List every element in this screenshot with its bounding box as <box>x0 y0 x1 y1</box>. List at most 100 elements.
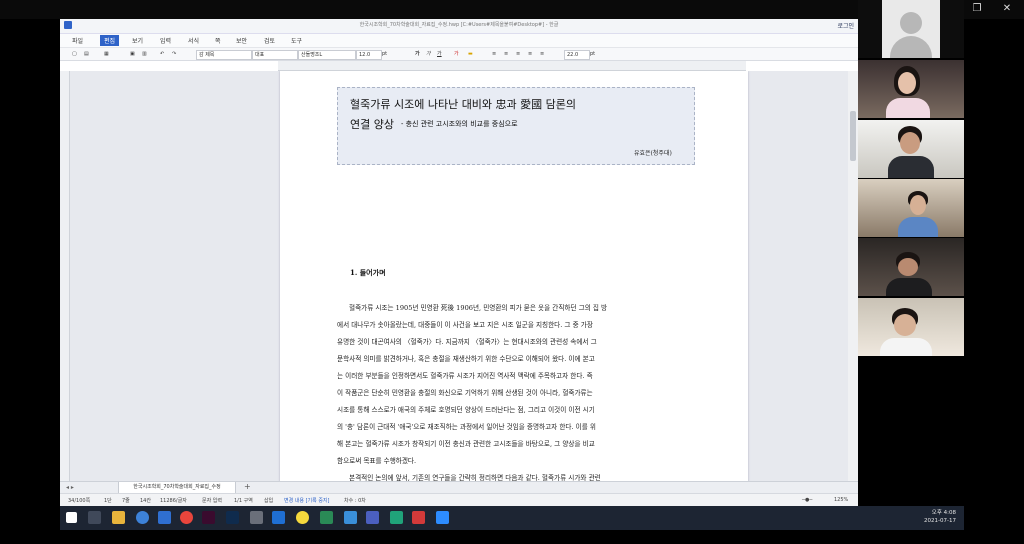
window-title: 한국시조학회_70차학술대회_자료집_수정.hwp [C:#Users#제목을붙… <box>359 22 559 28</box>
indesign-icon[interactable] <box>202 511 215 524</box>
tab-nav-icon[interactable]: ◂ ▸ <box>66 484 74 491</box>
section-heading: 1. 들어가며 <box>350 268 386 277</box>
kakaotalk-icon[interactable] <box>296 511 309 524</box>
menu-insert[interactable]: 입력 <box>160 36 171 45</box>
body-line: 시조를 통해 스스로가 애국의 주체로 호명되던 양상이 드러난다는 점, 그리… <box>337 406 595 414</box>
vertical-scrollbar[interactable] <box>848 71 858 481</box>
zoom-slider-icon[interactable]: ─●─ <box>802 497 812 503</box>
line-spacing-input[interactable]: 22.0 <box>564 50 590 60</box>
body-line: 이 작품군은 단순히 민영환을 충절의 화신으로 기억하기 위해 산생된 것이 … <box>337 389 593 397</box>
file-explorer-icon[interactable] <box>112 511 125 524</box>
author-affiliation: 유효은(청주대) <box>634 150 672 157</box>
windows-start-icon[interactable] <box>66 512 77 523</box>
align-right-icon[interactable]: ≡ <box>528 50 532 58</box>
bold-button[interactable]: 가 <box>415 50 420 58</box>
font-lang-select[interactable]: 대표 <box>252 50 298 60</box>
photoshop-icon[interactable] <box>226 511 239 524</box>
status-zone: 1/1 구역 <box>234 498 253 504</box>
new-file-icon[interactable]: ▢ <box>72 50 77 58</box>
spreadsheet-icon[interactable] <box>390 511 403 524</box>
status-bar: 34/100쪽 1단 7줄 14칸 11286/글자 문자 입력 1/1 구역 … <box>60 493 858 507</box>
participant-tile-video[interactable] <box>858 238 964 296</box>
italic-button[interactable]: 가 <box>426 50 431 58</box>
horizontal-ruler[interactable] <box>278 61 746 71</box>
scroll-thumb[interactable] <box>850 111 856 161</box>
redo-icon[interactable]: ↷ <box>172 50 176 58</box>
participant-tile-video[interactable] <box>858 298 964 356</box>
browser-icon[interactable] <box>136 511 149 524</box>
participant-tile-video[interactable] <box>858 179 964 237</box>
undo-icon[interactable]: ↶ <box>160 50 164 58</box>
chrome-icon[interactable] <box>180 511 193 524</box>
default-avatar-icon <box>882 0 940 58</box>
style-select[interactable]: 감 제목 <box>196 50 252 60</box>
document-page[interactable]: 혈죽가류 시조에 나타난 대비와 忠과 愛國 담론의 연결 양상 - 충신 관련… <box>280 71 748 481</box>
align-justify-icon[interactable]: ≡ <box>492 50 496 58</box>
hwp-window: 한국시조학회_70차학술대회_자료집_수정.hwp [C:#Users#제목을붙… <box>60 19 858 507</box>
body-line: 유명한 것이 대곤여사의 〈혈죽가〉다. 지금까지 〈혈죽가〉는 현대시조와의 … <box>337 338 597 346</box>
body-line: 는 이러한 부분들을 인정하면서도 혈죽가류 시조가 지어진 역사적 맥락에 주… <box>337 372 593 380</box>
font-color-icon[interactable]: 가 <box>454 50 459 58</box>
menu-tools[interactable]: 도구 <box>291 36 302 45</box>
title-bar: 한국시조학회_70차학술대회_자료집_수정.hwp [C:#Users#제목을붙… <box>60 19 858 34</box>
clock-date: 2021-07-17 <box>924 518 956 524</box>
participant-tile-avatar[interactable] <box>858 0 964 58</box>
system-clock[interactable]: 오후 4:08 2021-07-17 <box>924 509 956 525</box>
format-toolbar: ▢ ▤ ▦ ▣ ▥ ↶ ↷ 감 제목 대표 산돌명조L 12.0 pt 가 가 … <box>60 47 858 61</box>
add-tab-icon[interactable]: + <box>244 482 251 491</box>
cloud-icon[interactable] <box>272 511 285 524</box>
participant-tile-video[interactable] <box>858 60 964 118</box>
edge-icon[interactable] <box>158 511 171 524</box>
body-line: 의 '충' 담론이 근대적 '애국'으로 재조직하는 과정에서 일어난 것임을 … <box>337 423 596 431</box>
menu-bar: 파일 편집 보기 입력 서식 쪽 보안 검토 도구 <box>60 34 858 47</box>
pdf-icon[interactable] <box>412 511 425 524</box>
paper-subtitle: - 충신 관련 고시조와의 비교를 중심으로 <box>401 120 518 128</box>
paper-title-line2: 연결 양상 <box>350 118 394 131</box>
body-line: 에서 대나무가 솟아올랐는데, 대중들이 이 사건을 보고 지은 시조 일군을 … <box>337 321 593 329</box>
restore-icon[interactable]: ❐ <box>966 2 988 16</box>
status-col: 14칸 <box>140 498 151 504</box>
open-folder-icon[interactable]: ▤ <box>84 50 89 58</box>
body-line: 해 본고는 혈죽가류 시조가 창작되기 이전 충신과 관련한 고시조들을 바탕으… <box>337 440 595 448</box>
status-page[interactable]: 34/100쪽 <box>68 497 90 504</box>
body-line: 혈죽가류 시조는 1905년 민영환 死後 1906년, 민영환의 피가 묻은 … <box>349 304 608 312</box>
status-insert[interactable]: 삽입 <box>264 497 273 504</box>
app-icon[interactable] <box>366 511 379 524</box>
app-icon[interactable] <box>250 511 263 524</box>
highlight-icon[interactable]: ▬ <box>468 50 473 58</box>
document-canvas: 혈죽가류 시조에 나타난 대비와 忠과 愛國 담론의 연결 양상 - 충신 관련… <box>70 71 848 481</box>
windows-taskbar: 오후 4:08 2021-07-17 <box>60 506 964 530</box>
login-button[interactable]: 로그인 <box>837 21 854 30</box>
align-center-icon[interactable]: ≡ <box>516 50 520 58</box>
screen-left-margin <box>0 19 60 544</box>
menu-security[interactable]: 보안 <box>236 36 247 45</box>
underline-button[interactable]: 가 <box>437 50 442 58</box>
zoom-level[interactable]: 125% <box>834 497 848 503</box>
menu-view[interactable]: 보기 <box>132 36 143 45</box>
font-size-input[interactable]: 12.0 <box>356 50 382 60</box>
vertical-ruler[interactable] <box>60 71 70 481</box>
print-icon[interactable]: ▣ <box>130 50 135 58</box>
font-name-select[interactable]: 산돌명조L <box>298 50 356 60</box>
distribute-icon[interactable]: ≡ <box>540 50 544 58</box>
menu-edit[interactable]: 편집 <box>100 35 120 46</box>
preview-icon[interactable]: ▥ <box>142 50 147 58</box>
task-view-icon[interactable] <box>88 511 101 524</box>
zoom-app-icon[interactable] <box>436 511 449 524</box>
menu-file[interactable]: 파일 <box>72 36 83 45</box>
body-line: 문학사적 의미를 밝견하거나, 혹은 충절을 재생산하기 위한 수단으로 이해되… <box>337 355 595 363</box>
hwp-taskbar-icon[interactable] <box>344 511 357 524</box>
notes-icon[interactable] <box>320 511 333 524</box>
status-line: 7줄 <box>122 498 130 504</box>
save-icon[interactable]: ▦ <box>104 50 109 58</box>
menu-format[interactable]: 서식 <box>188 36 199 45</box>
menu-page[interactable]: 쪽 <box>215 36 221 45</box>
close-icon[interactable]: ✕ <box>996 2 1018 16</box>
align-left-icon[interactable]: ≡ <box>504 50 508 58</box>
font-size-unit: pt <box>382 51 388 57</box>
participant-tile-video[interactable] <box>858 120 964 178</box>
title-box[interactable]: 혈죽가류 시조에 나타난 대비와 忠과 愛國 담론의 연결 양상 - 충신 관련… <box>337 87 695 165</box>
menu-review[interactable]: 검토 <box>264 36 275 45</box>
paper-title-line1: 혈죽가류 시조에 나타난 대비와 忠과 愛國 담론의 <box>350 98 577 111</box>
status-track-changes[interactable]: 변경 내용 [기록 중지] <box>284 497 329 504</box>
